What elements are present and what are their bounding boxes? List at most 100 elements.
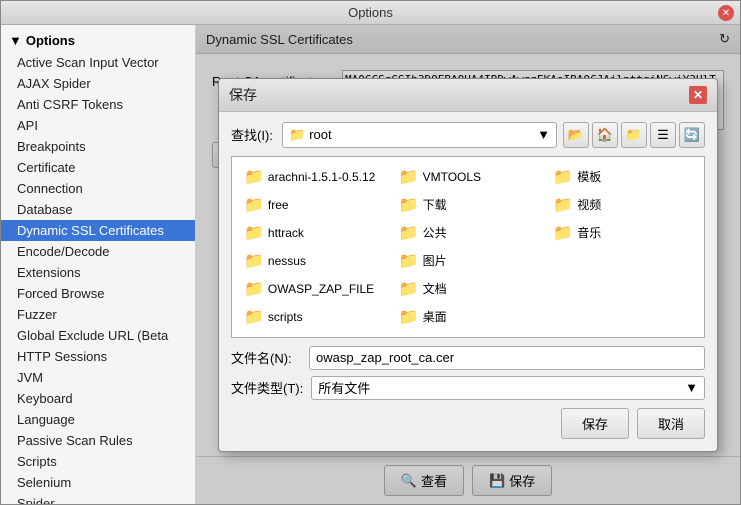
folder-icon: 📁	[553, 167, 573, 187]
file-item[interactable]: 📁公共	[395, 221, 542, 245]
dialog-toolbar: 查找(I): 📁 root ▼ 📂 🏠 📁 ☰	[231, 122, 705, 148]
sidebar-item-certificate[interactable]: Certificate	[1, 157, 195, 178]
file-item[interactable]	[549, 249, 696, 273]
sidebar-item-extensions[interactable]: Extensions	[1, 262, 195, 283]
file-item[interactable]: 📁 free	[240, 193, 387, 217]
file-item[interactable]: 📁视频	[549, 193, 696, 217]
file-name: 下载	[423, 196, 447, 213]
filetype-label: 文件类型(T):	[231, 378, 303, 397]
sidebar-item-api[interactable]: API	[1, 115, 195, 136]
save-dialog: 保存 ✕ 查找(I): 📁 root ▼	[218, 78, 718, 452]
filetype-value: 所有文件	[318, 378, 370, 397]
sidebar-item-scripts[interactable]: Scripts	[1, 451, 195, 472]
sidebar-item-ajax-spider[interactable]: AJAX Spider	[1, 73, 195, 94]
file-name: 视频	[577, 196, 601, 213]
file-name: scripts	[268, 310, 303, 324]
dialog-save-button[interactable]: 保存	[561, 408, 629, 439]
file-item[interactable]: 📁模板	[549, 165, 696, 189]
file-item[interactable]: 📁 httrack	[240, 221, 387, 245]
sidebar-item-global-exclude-url-beta[interactable]: Global Exclude URL (Beta	[1, 325, 195, 346]
sidebar-item-active-scan-input-vector[interactable]: Active Scan Input Vector	[1, 52, 195, 73]
sidebar-item-breakpoints[interactable]: Breakpoints	[1, 136, 195, 157]
folder-icon: 📁	[399, 307, 419, 327]
dialog-overlay: 保存 ✕ 查找(I): 📁 root ▼	[196, 25, 740, 504]
file-name: arachni-1.5.1-0.5.12	[268, 170, 375, 184]
sidebar-item-http-sessions[interactable]: HTTP Sessions	[1, 346, 195, 367]
file-name: 文档	[423, 280, 447, 297]
folder-icon: 📁	[244, 195, 264, 215]
file-name: 音乐	[577, 224, 601, 241]
toolbar-list-icon[interactable]: ☰	[650, 122, 676, 148]
dialog-actions: 保存 取消	[231, 400, 705, 441]
file-item[interactable]: 📁音乐	[549, 221, 696, 245]
filetype-select[interactable]: 所有文件 ▼	[311, 376, 705, 400]
location-value: root	[309, 127, 331, 142]
folder-icon: 📁	[553, 223, 573, 243]
file-name: VMTOOLS	[423, 170, 481, 184]
sidebar-header-label: Options	[26, 33, 75, 48]
file-item[interactable]	[549, 277, 696, 301]
file-name: 公共	[423, 224, 447, 241]
file-item[interactable]: 📁 nessus	[240, 249, 387, 273]
folder-icon: 📁	[399, 251, 419, 271]
file-item[interactable]: 📁桌面	[395, 305, 542, 329]
content-area: ▼ Options Active Scan Input VectorAJAX S…	[1, 25, 740, 504]
window-title: Options	[348, 5, 393, 20]
sidebar-item-language[interactable]: Language	[1, 409, 195, 430]
folder-icon: 📁	[244, 279, 264, 299]
sidebar-item-keyboard[interactable]: Keyboard	[1, 388, 195, 409]
toolbar-new-folder-icon[interactable]: 📂	[563, 122, 589, 148]
file-item[interactable]: 📁下载	[395, 193, 542, 217]
title-bar: Options ✕	[1, 1, 740, 25]
window-close-button[interactable]: ✕	[718, 5, 734, 21]
location-label: 查找(I):	[231, 125, 276, 144]
folder-icon: 📁	[244, 167, 264, 187]
file-name: 图片	[423, 252, 447, 269]
file-item[interactable]: 📁OWASP_ZAP_FILE	[240, 277, 387, 301]
dialog-cancel-button[interactable]: 取消	[637, 408, 705, 439]
folder-icon: 📁	[399, 279, 419, 299]
file-name: free	[268, 198, 289, 212]
file-name: httrack	[268, 226, 304, 240]
file-name: 桌面	[423, 308, 447, 325]
dialog-close-button[interactable]: ✕	[689, 86, 707, 104]
sidebar-item-dynamic-ssl-certificates[interactable]: Dynamic SSL Certificates	[1, 220, 195, 241]
file-grid: 📁arachni-1.5.1-0.5.12📁VMTOOLS📁模板📁free📁下载…	[231, 156, 705, 338]
filename-label: 文件名(N):	[231, 348, 301, 367]
toolbar-icons: 📂 🏠 📁 ☰ 🔄	[563, 122, 705, 148]
toolbar-folder-icon[interactable]: 📁	[621, 122, 647, 148]
toolbar-refresh-icon[interactable]: 🔄	[679, 122, 705, 148]
file-name: 模板	[577, 168, 601, 185]
file-item[interactable]: 📁文档	[395, 277, 542, 301]
dialog-title-bar: 保存 ✕	[219, 79, 717, 112]
filename-input[interactable]	[309, 346, 705, 370]
file-item[interactable]: 📁图片	[395, 249, 542, 273]
sidebar-item-passive-scan-rules[interactable]: Passive Scan Rules	[1, 430, 195, 451]
sidebar-item-selenium[interactable]: Selenium	[1, 472, 195, 493]
toolbar-home-icon[interactable]: 🏠	[592, 122, 618, 148]
location-select[interactable]: 📁 root ▼	[282, 122, 557, 148]
file-item[interactable]: 📁 arachni-1.5.1-0.5.12	[240, 165, 387, 189]
file-item[interactable]	[549, 305, 696, 329]
sidebar-item-fuzzer[interactable]: Fuzzer	[1, 304, 195, 325]
folder-icon: 📁	[244, 223, 264, 243]
sidebar-item-anti-csrf-tokens[interactable]: Anti CSRF Tokens	[1, 94, 195, 115]
file-item[interactable]: 📁 VMTOOLS	[395, 165, 542, 189]
sidebar-item-encodedecode[interactable]: Encode/Decode	[1, 241, 195, 262]
sidebar-header: ▼ Options	[1, 29, 195, 52]
sidebar-item-connection[interactable]: Connection	[1, 178, 195, 199]
filetype-dropdown-icon: ▼	[685, 380, 698, 395]
file-item[interactable]: 📁 scripts	[240, 305, 387, 329]
folder-icon: 📁	[244, 307, 264, 327]
right-panel: Dynamic SSL Certificates ↻ Root CA certi…	[196, 25, 740, 504]
sidebar-item-forced-browse[interactable]: Forced Browse	[1, 283, 195, 304]
sidebar-item-jvm[interactable]: JVM	[1, 367, 195, 388]
sidebar-item-database[interactable]: Database	[1, 199, 195, 220]
sidebar-item-spider[interactable]: Spider	[1, 493, 195, 504]
dialog-form: 文件名(N): 文件类型(T): 所有文件 ▼	[231, 346, 705, 400]
folder-icon: 📁	[244, 251, 264, 271]
file-name: nessus	[268, 254, 306, 268]
folder-icon: 📁	[553, 195, 573, 215]
folder-icon: 📁	[399, 167, 419, 187]
folder-icon: 📁	[399, 223, 419, 243]
